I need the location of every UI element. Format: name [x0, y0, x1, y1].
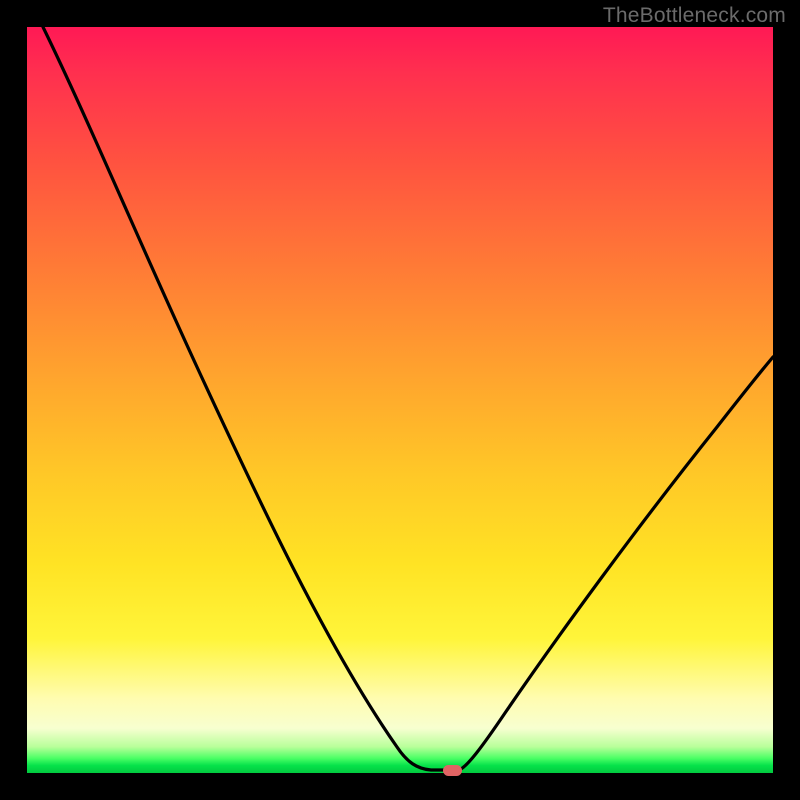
watermark-text: TheBottleneck.com	[603, 4, 786, 28]
bottleneck-curve	[43, 27, 773, 770]
minimum-marker	[443, 765, 462, 776]
chart-frame: TheBottleneck.com	[0, 0, 800, 800]
plot-area	[27, 27, 773, 773]
curve-layer	[27, 27, 773, 773]
